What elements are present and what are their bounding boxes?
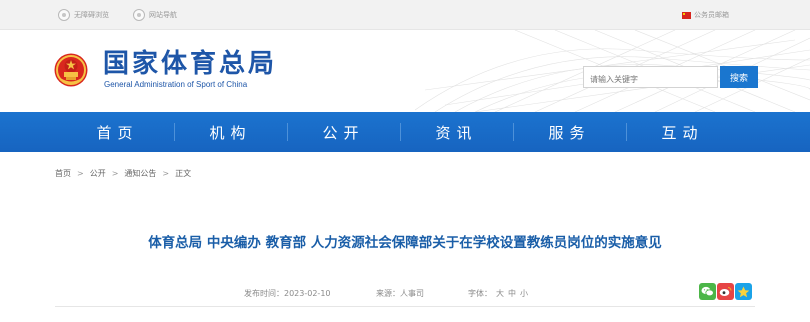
font-size-label: 字体： <box>468 288 492 298</box>
accessibility-label: 无障碍浏览 <box>74 11 109 19</box>
font-size-medium[interactable]: 中 <box>508 288 516 299</box>
publish-date-value: 2023-02-10 <box>284 288 331 298</box>
breadcrumb-separator: > <box>162 168 170 178</box>
source-value: 人事司 <box>400 288 424 298</box>
site-nav-label: 网站导航 <box>149 11 177 19</box>
gov-mail-link[interactable]: 公务员邮箱 <box>682 9 729 21</box>
search-input[interactable] <box>584 69 717 90</box>
font-size-large[interactable]: 大 <box>496 288 504 299</box>
search-button[interactable]: 搜索 <box>720 66 758 88</box>
accessibility-link[interactable]: 无障碍浏览 <box>58 9 109 21</box>
breadcrumb-separator: > <box>77 168 84 178</box>
nav-item-institutions[interactable]: 机构 <box>174 112 287 152</box>
site-header: 国家体育总局 General Administration of Sport o… <box>0 30 810 112</box>
nav-item-public[interactable]: 公开 <box>287 112 400 152</box>
site-name-english: General Administration of Sport of China <box>104 80 248 89</box>
national-emblem-icon <box>54 53 88 87</box>
source-label: 来源： <box>376 288 400 298</box>
site-nav-link[interactable]: 网站导航 <box>133 9 177 21</box>
weibo-icon[interactable] <box>717 283 734 300</box>
publish-date-meta: 发布时间： 2023-02-10 <box>244 287 331 299</box>
breadcrumb-separator: > <box>111 168 119 178</box>
breadcrumb-notices[interactable]: 通知公告 <box>124 168 156 179</box>
gov-mail-label: 公务员邮箱 <box>694 11 729 19</box>
flag-icon <box>682 11 691 19</box>
sitemap-icon <box>133 9 145 21</box>
nav-item-services[interactable]: 服务 <box>513 112 626 152</box>
font-size-small[interactable]: 小 <box>520 288 528 299</box>
main-nav: 首页 机构 公开 资讯 服务 互动 <box>0 112 810 152</box>
breadcrumb-home[interactable]: 首页 <box>55 168 71 179</box>
accessibility-icon <box>58 9 70 21</box>
source-meta: 来源： 人事司 <box>376 287 424 299</box>
font-size-meta: 字体： 大 中 小 <box>468 287 528 299</box>
breadcrumb-public[interactable]: 公开 <box>90 168 106 179</box>
wechat-icon[interactable] <box>699 283 716 300</box>
nav-item-interaction[interactable]: 互动 <box>626 112 739 152</box>
top-bar: 无障碍浏览 网站导航 公务员邮箱 <box>0 0 810 30</box>
breadcrumb-current: 正文 <box>175 168 192 178</box>
qzone-icon[interactable] <box>735 283 752 300</box>
breadcrumb: 首页 > 公开 > 通知公告 > 正文 <box>55 167 191 179</box>
article-title: 体育总局 中央编办 教育部 人力资源社会保障部关于在学校设置教练员岗位的实施意见 <box>148 235 662 251</box>
search-box <box>583 66 718 90</box>
site-name-chinese[interactable]: 国家体育总局 <box>103 49 277 79</box>
nav-item-home[interactable]: 首页 <box>61 112 174 152</box>
nav-item-news[interactable]: 资讯 <box>400 112 513 152</box>
publish-date-label: 发布时间： <box>244 288 284 298</box>
content-divider <box>55 306 755 307</box>
